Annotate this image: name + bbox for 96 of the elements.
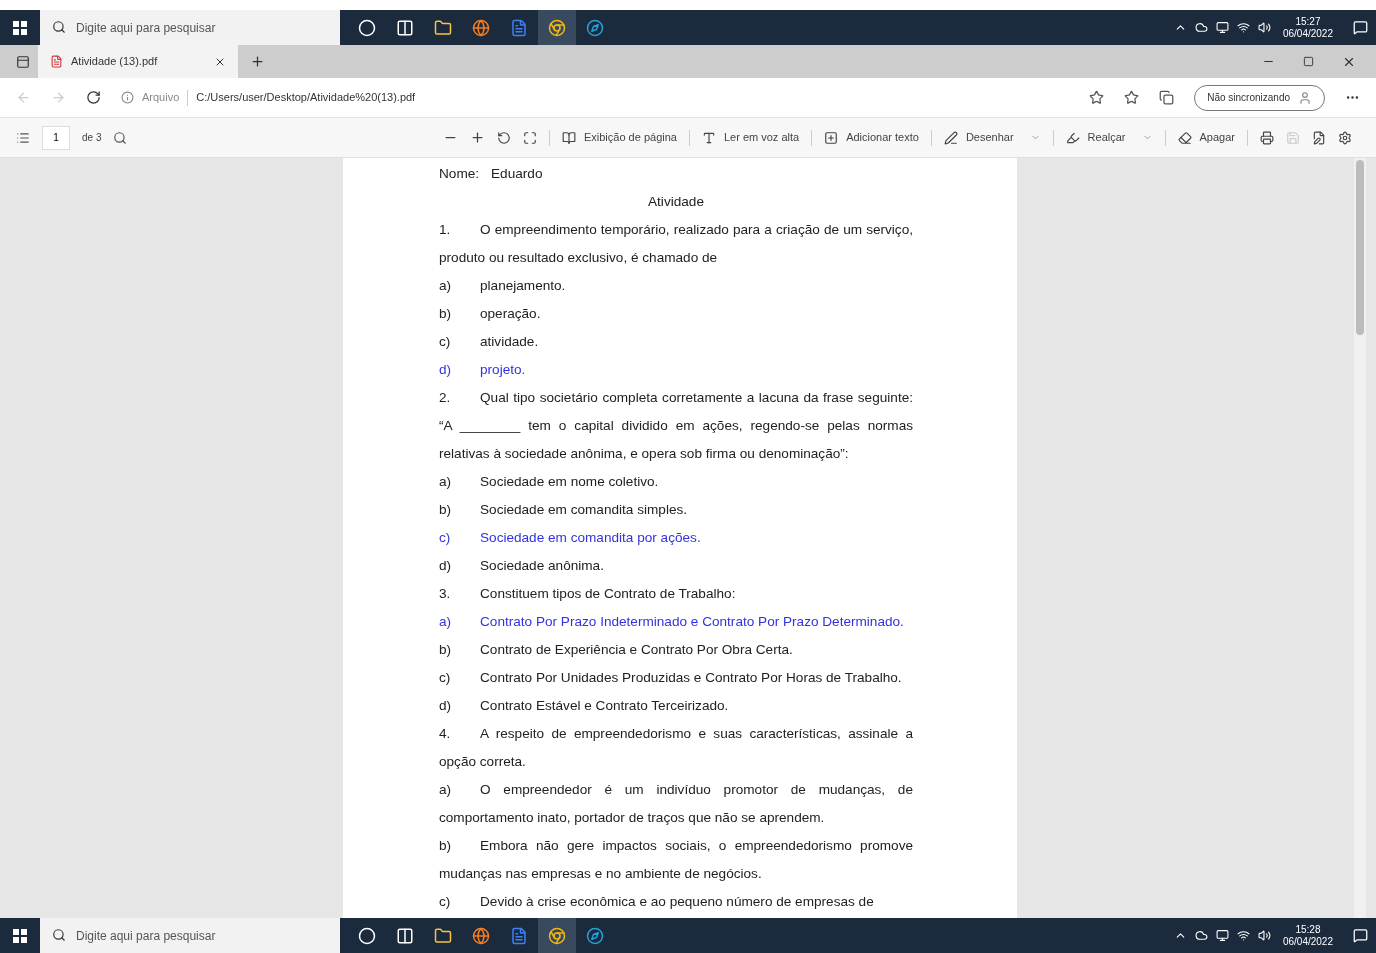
save-as-icon[interactable] [1312,130,1326,145]
answer-option: c) atividade. [439,328,913,356]
avatar-icon [1298,90,1312,105]
browser-tab[interactable]: Atividade (13).pdf [38,45,238,78]
favorites-add-icon[interactable] [1089,90,1105,105]
page-number-field[interactable]: 1 [42,125,70,150]
document-title: Atividade [648,193,704,211]
pen-icon [943,130,958,145]
tab-actions-icon[interactable] [16,54,30,69]
toolbar-button[interactable]: Apagar [1177,129,1235,146]
answer-option: c) Sociedade em comandita por ações. [439,524,913,552]
scrollbar[interactable] [1354,158,1366,918]
clock-date: 06/04/2022 [1282,935,1333,948]
tab-title: Atividade (13).pdf [71,54,159,70]
reload-icon[interactable] [86,90,101,105]
contents-icon[interactable] [16,130,30,145]
answer-option: c) Contrato Por Unidades Produzidas e Contrato Por Horas de Trabalho. [439,664,913,692]
info-icon [121,91,134,104]
taskbar-search-field[interactable]: Digite aqui para pesquisar [40,10,340,45]
clock-date: 06/04/2022 [1282,27,1333,40]
toolbar-button[interactable]: Adicionar texto [824,129,919,146]
search-icon [52,928,66,942]
answer-option: a) O empreendedor é um indivíduo promotor de mudanças, de comportamento inato, portador de traços que não se aprendem. [439,776,913,832]
answer-option: a) planejamento. [439,272,913,300]
browser-icon [548,926,566,945]
restore-icon[interactable] [1303,56,1314,67]
circle-icon [358,18,376,37]
network-icon[interactable] [1236,21,1250,34]
book-icon [561,130,576,145]
compass-icon [586,926,604,945]
toolbar-button[interactable]: Ler em voz alta [701,129,800,146]
print-icon[interactable] [1260,130,1274,145]
collections-icon[interactable] [1159,90,1175,105]
taskbar-search-field[interactable]: Digite aqui para pesquisar [40,918,340,953]
scheme-label: Arquivo [142,90,180,106]
circle-icon [358,926,376,945]
clock[interactable]: 15:28 06/04/2022 [1278,923,1337,948]
url-text: C:/Users/user/Desktop/Atividade%20(13).pdf [196,90,416,106]
question-paragraph: 2. Qual tipo societário completa corretamente a lacuna da frase seguinte: “A ________ tem o capital dividido em ações, regendo-se pelas normas relativas à sociedade anônima, e opera sob firma ou denominação”: [439,389,913,463]
monitor-icon[interactable] [1215,21,1229,34]
search-icon [52,20,66,34]
fit-page-icon[interactable] [522,130,537,145]
answer-option: b) operação. [439,300,913,328]
compass-icon [586,18,604,37]
answer-option: c) Devido à crise econômica e ao pequeno número de empresas de [439,888,913,916]
answer-option: d) projeto. [439,356,913,384]
globe-icon [472,926,490,945]
pdf-file-icon [50,55,63,68]
notifications-icon[interactable] [1353,928,1368,943]
answer-option: d) Contrato Estável e Contrato Terceirizado. [439,692,913,720]
folder-icon [434,926,452,945]
favorites-icon[interactable] [1124,90,1140,105]
scrollbar-thumb[interactable] [1356,160,1364,335]
speaker-icon[interactable] [1257,929,1271,942]
question-paragraph: 3. Constituem tipos de Contrato de Trabalho: [439,585,737,603]
toolbar-button[interactable]: Exibição de página [561,129,677,146]
cloud-icon[interactable] [1194,929,1208,942]
windows-logo-icon [13,928,27,943]
answer-option: d) Sociedade anônima. [439,552,913,580]
name-value: Eduardo [491,165,543,183]
answer-option: a) Contrato Por Prazo Indeterminado e Contrato Por Prazo Determinado. [439,608,913,636]
answer-option: a) Sociedade em nome coletivo. [439,468,913,496]
new-tab-icon[interactable] [250,54,265,69]
answer-option: b) Sociedade em comandita simples. [439,496,913,524]
clock-time: 15:28 [1295,923,1321,936]
document-icon [510,926,528,945]
task-view-icon [396,926,414,945]
url-field[interactable]: Arquivo C:/Users/user/Desktop/Atividade%20(13).pdf [121,89,1070,106]
globe-icon [472,18,490,37]
clock-time: 15:27 [1295,15,1321,28]
name-label: Nome: [439,165,480,183]
speaker-icon[interactable] [1257,21,1271,34]
rotate-icon[interactable] [496,130,511,145]
windows-logo-icon [13,20,27,35]
highlighter-icon [1065,130,1080,145]
cloud-icon[interactable] [1194,21,1208,34]
search-icon[interactable] [113,130,128,145]
toolbar-button[interactable]: Desenhar [943,129,1041,146]
toolbar-button[interactable]: Realçar [1065,129,1153,146]
browser-icon [548,18,566,37]
notifications-icon[interactable] [1353,20,1368,35]
answer-option: b) Contrato de Experiência e Contrato Por Obra Certa. [439,636,913,664]
eraser-icon [1177,130,1192,145]
read-aloud-icon [701,130,716,145]
network-icon[interactable] [1236,929,1250,942]
question-paragraph: 4. A respeito de empreendedorismo e suas características, assinale a opção correta. [439,725,913,771]
answer-option: b) Embora não gere impactos sociais, o empreendedorismo promove mudanças nas empresas e no ambiente de negócios. [439,832,913,888]
document-icon [510,18,528,37]
settings-icon[interactable] [1338,130,1352,145]
clock[interactable]: 15:27 06/04/2022 [1278,15,1337,40]
monitor-icon[interactable] [1215,929,1229,942]
add-text-icon [824,130,839,145]
folder-icon [434,18,452,37]
page-count: de 3 [82,131,102,145]
zoom-in-icon[interactable] [469,130,485,145]
task-view-icon [396,18,414,37]
